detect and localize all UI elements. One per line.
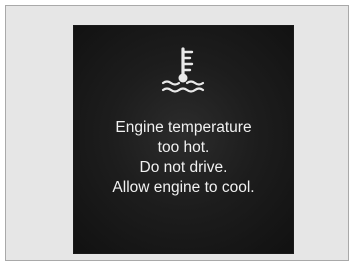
warning-message: Engine temperature too hot. Do not drive… xyxy=(74,118,293,198)
warning-message-line-3: Do not drive. xyxy=(139,159,228,176)
instrument-display: Engine temperature too hot. Do not drive… xyxy=(73,25,294,254)
warning-screen-frame: Engine temperature too hot. Do not drive… xyxy=(5,5,349,261)
warning-message-line-4: Allow engine to cool. xyxy=(112,179,255,196)
engine-coolant-temperature-icon xyxy=(161,47,205,93)
warning-message-line-1: Engine temperature xyxy=(115,119,252,136)
warning-message-line-2: too hot. xyxy=(157,139,210,156)
